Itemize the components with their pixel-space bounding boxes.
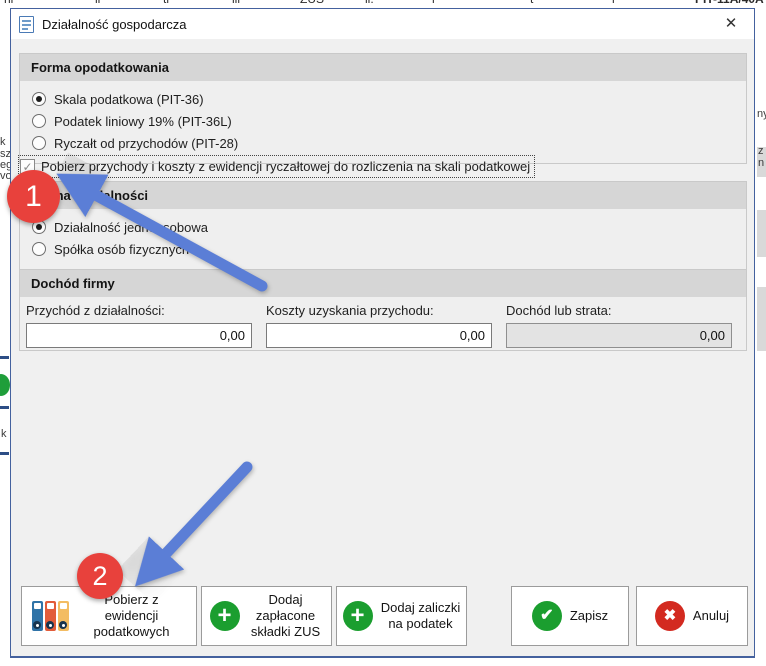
costs-input[interactable]	[266, 323, 492, 348]
bg-text-fragment: l	[432, 0, 435, 6]
add-tax-advances-button[interactable]: + Dodaj zaliczki na podatek	[336, 586, 467, 646]
radio-option-pit28[interactable]: Ryczałt od przychodów (PIT-28)	[32, 132, 734, 154]
radio-icon[interactable]	[32, 136, 46, 150]
check-icon: ✔	[532, 601, 562, 631]
bg-artifact	[757, 210, 766, 257]
taxation-group-header: Forma opodatkowania	[20, 54, 746, 81]
dialog-title: Działalność gospodarcza	[42, 17, 187, 32]
radio-icon[interactable]	[32, 114, 46, 128]
button-label: Dodaj zapłacone składki ZUS	[248, 592, 324, 641]
bg-text-fragment: ti	[163, 0, 169, 6]
fetch-lumpsum-checkbox-row[interactable]: ✓ Pobierz przychody i koszty z ewidencji…	[19, 156, 534, 177]
bg-table-line	[0, 356, 9, 359]
revenue-field-wrap: Przychód z działalności:	[26, 303, 252, 348]
bg-text-fragment: ll	[95, 0, 100, 6]
cross-icon: ✖	[655, 601, 685, 631]
bg-text-fragment: ZUS	[300, 0, 324, 6]
revenue-label: Przychód z działalności:	[26, 303, 252, 318]
profit-readonly-input	[506, 323, 732, 348]
bg-text-fragment: ll.	[365, 0, 374, 6]
activity-group-header: Forma działalności	[20, 182, 746, 209]
background-document-top: ni ll ti ill' ZUS ll. l t i PIT-11A/40A	[0, 0, 766, 8]
radio-icon[interactable]	[32, 92, 46, 106]
taxation-form-group: Forma opodatkowania Skala podatkowa (PIT…	[19, 53, 747, 164]
bg-text-fragment: ny	[757, 108, 766, 120]
bg-artifact	[757, 287, 766, 351]
company-income-group: Dochód firmy Przychód z działalności: Ko…	[19, 269, 747, 351]
bg-text-fragment: i	[612, 0, 615, 6]
bg-text-fragment: k	[0, 136, 6, 148]
radio-option-pit36l[interactable]: Podatek liniowy 19% (PIT-36L)	[32, 110, 734, 132]
radio-label: Skala podatkowa (PIT-36)	[54, 92, 204, 107]
bg-text-fragment: ni	[4, 0, 13, 6]
bg-text-fragment: n	[758, 157, 764, 169]
bg-green-icon-fragment	[0, 374, 10, 396]
step-1-badge: 1	[7, 170, 60, 223]
plus-icon: +	[210, 601, 240, 631]
income-group-header: Dochód firmy	[20, 270, 746, 297]
bg-text-fragment: t	[530, 0, 533, 6]
bg-table-line	[0, 406, 9, 409]
button-label: Pobierz z ewidencji podatkowych	[77, 592, 187, 641]
save-button[interactable]: ✔ Zapisz	[511, 586, 629, 646]
costs-label: Koszty uzyskania przychodu:	[266, 303, 492, 318]
button-label: Zapisz	[570, 608, 608, 624]
button-label: Anuluj	[693, 608, 729, 624]
document-icon	[19, 16, 34, 33]
bg-text-fragment: k	[1, 428, 7, 440]
radio-label: Spółka osób fizycznych	[54, 242, 189, 257]
binders-icon	[32, 601, 69, 631]
radio-option-partnership[interactable]: Spółka osób fizycznych	[32, 238, 734, 260]
radio-label: Działalność jednoosobowa	[54, 220, 208, 235]
step-2-badge: 2	[77, 553, 123, 599]
plus-icon: +	[343, 601, 373, 631]
profit-field-wrap: Dochód lub strata:	[506, 303, 732, 348]
button-label: Dodaj zaliczki na podatek	[381, 600, 461, 633]
radio-label: Ryczałt od przychodów (PIT-28)	[54, 136, 238, 151]
dialog-titlebar[interactable]: Działalność gospodarcza ✕	[11, 9, 754, 39]
business-activity-dialog: Działalność gospodarcza ✕ Forma opodatko…	[10, 8, 755, 658]
bg-text-fragment: z	[758, 145, 764, 157]
add-paid-zus-button[interactable]: + Dodaj zapłacone składki ZUS	[201, 586, 332, 646]
checkbox-label: Pobierz przychody i koszty z ewidencji r…	[41, 159, 530, 174]
revenue-input[interactable]	[26, 323, 252, 348]
radio-option-sole-proprietorship[interactable]: Działalność jednoosobowa	[32, 216, 734, 238]
radio-icon[interactable]	[32, 242, 46, 256]
close-icon[interactable]: ✕	[718, 11, 744, 37]
activity-form-group: Forma działalności Działalność jednoosob…	[19, 181, 747, 270]
radio-option-pit36[interactable]: Skala podatkowa (PIT-36)	[32, 88, 734, 110]
cancel-button[interactable]: ✖ Anuluj	[636, 586, 748, 646]
radio-label: Podatek liniowy 19% (PIT-36L)	[54, 114, 232, 129]
bg-text-pit-form-label: PIT-11A/40A	[695, 0, 764, 6]
costs-field-wrap: Koszty uzyskania przychodu:	[266, 303, 492, 348]
bg-table-line	[0, 452, 9, 455]
profit-label: Dochód lub strata:	[506, 303, 732, 318]
bg-text-fragment: ill'	[232, 0, 242, 6]
